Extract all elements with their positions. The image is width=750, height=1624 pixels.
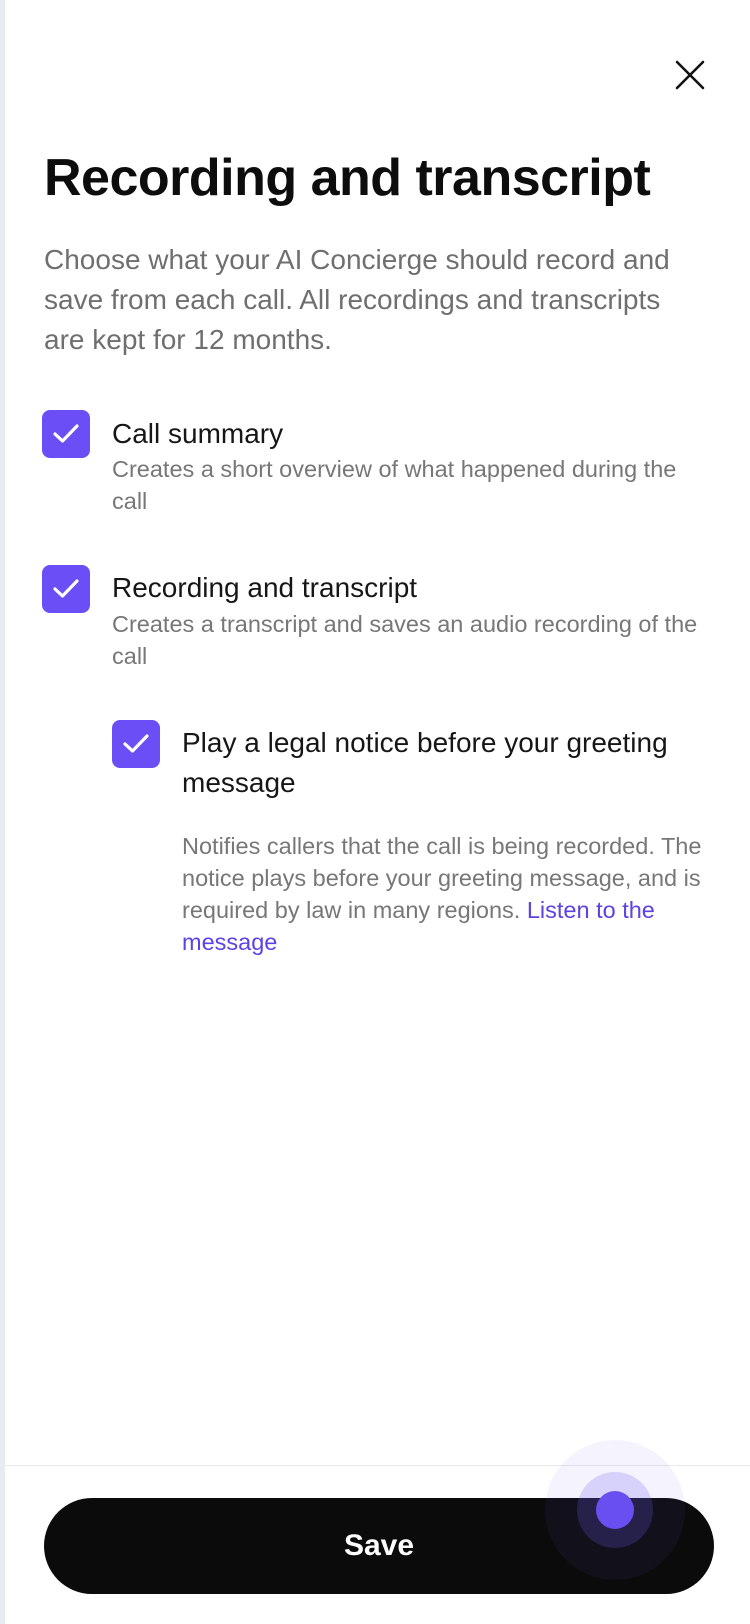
- call-summary-checkbox[interactable]: [42, 410, 90, 458]
- legal-notice-checkbox[interactable]: [112, 720, 160, 768]
- touch-indicator-dot: [596, 1491, 634, 1529]
- checkmark-icon: [123, 734, 149, 753]
- call-summary-description: Creates a short overview of what happene…: [112, 456, 677, 514]
- recording-transcript-label: Recording and transcript: [112, 572, 418, 603]
- close-icon: [675, 60, 705, 90]
- recording-transcript-checkbox[interactable]: [42, 565, 90, 613]
- legal-notice-label: Play a legal notice before your greeting…: [182, 727, 668, 798]
- close-button[interactable]: [670, 55, 710, 95]
- checkmark-icon: [53, 424, 79, 443]
- call-summary-label: Call summary: [112, 418, 284, 449]
- page-description: Choose what your AI Concierge should rec…: [44, 244, 670, 355]
- left-edge-strip: [0, 0, 5, 1624]
- page-title: Recording and transcript: [44, 149, 651, 207]
- legal-notice-description-block: Notifies callers that the call is being …: [182, 830, 702, 958]
- recording-transcript-description: Creates a transcript and saves an audio …: [112, 611, 698, 669]
- checkmark-icon: [53, 579, 79, 598]
